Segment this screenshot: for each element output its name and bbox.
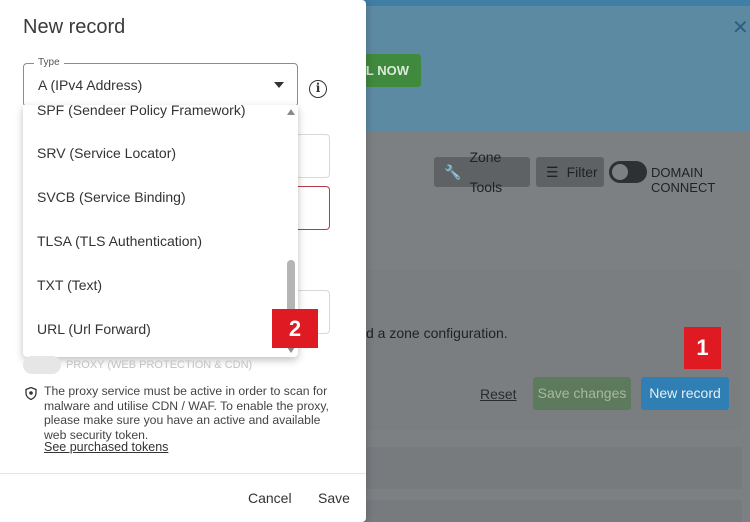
filter-icon: ☰ — [546, 164, 559, 180]
type-select-value: A (IPv4 Address) — [38, 77, 143, 93]
scroll-up-arrow[interactable] — [287, 109, 295, 115]
modal-title: New record — [23, 16, 126, 38]
proxy-label: PROXY (WEB PROTECTION & CDN) — [66, 359, 253, 371]
purchased-tokens-link[interactable]: See purchased tokens — [44, 440, 168, 454]
step-marker-1: 1 — [684, 327, 721, 369]
save-changes-button[interactable]: Save changes — [533, 377, 631, 410]
cancel-button[interactable]: Cancel — [248, 490, 292, 506]
reset-link[interactable]: Reset — [480, 386, 517, 402]
dropdown-option[interactable]: SPF (Sendeer Policy Framework) — [37, 105, 246, 118]
dropdown-option[interactable]: TXT (Text) — [37, 277, 102, 293]
type-select-legend: Type — [34, 58, 64, 68]
footer-divider — [0, 473, 366, 474]
record-row — [330, 447, 742, 489]
dropdown-option[interactable]: TLSA (TLS Authentication) — [37, 233, 202, 249]
zone-config-text: d a zone configuration. — [366, 325, 508, 341]
info-icon[interactable]: i — [309, 80, 327, 98]
step-marker-2: 2 — [272, 309, 318, 348]
domain-connect-label: DOMAIN CONNECT — [651, 165, 716, 195]
save-button[interactable]: Save — [318, 490, 350, 506]
chevron-down-icon[interactable] — [274, 82, 284, 88]
record-row — [330, 500, 742, 522]
new-record-modal: New record Type A (IPv4 Address) i SPF (… — [0, 0, 366, 522]
wrench-icon: 🔧 — [444, 164, 462, 180]
proxy-info-text: The proxy service must be active in orde… — [44, 384, 329, 442]
shield-icon — [25, 387, 37, 400]
filter-button[interactable]: ☰ Filter — [536, 157, 604, 187]
close-icon[interactable]: ✕ — [732, 18, 749, 38]
zone-tools-button[interactable]: 🔧 Zone Tools — [434, 149, 530, 195]
type-dropdown-list[interactable]: SPF (Sendeer Policy Framework) SRV (Serv… — [23, 105, 298, 357]
dropdown-option[interactable]: SVCB (Service Binding) — [37, 189, 186, 205]
dropdown-option[interactable]: URL (Url Forward) — [37, 321, 151, 337]
dropdown-option[interactable]: SRV (Service Locator) — [37, 145, 176, 161]
domain-connect-toggle[interactable] — [609, 161, 647, 183]
filter-label: Filter — [566, 164, 598, 180]
proxy-toggle[interactable] — [23, 356, 61, 374]
zone-tools-label: Zone Tools — [469, 149, 503, 195]
new-record-button[interactable]: New record — [641, 377, 729, 410]
